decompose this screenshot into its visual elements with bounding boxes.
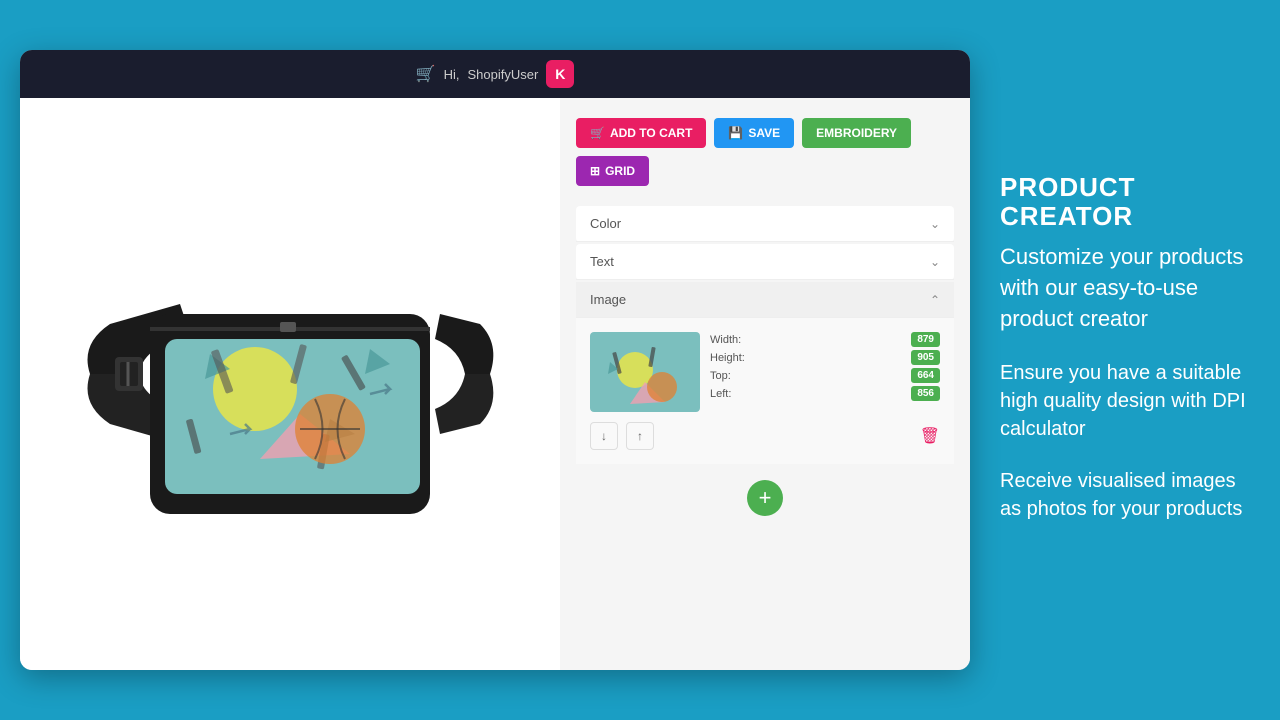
width-stat: Width: 879	[710, 332, 940, 347]
top-label: Top:	[710, 370, 731, 382]
grid-button[interactable]: ⊞ GRID	[576, 156, 649, 186]
product-preview	[20, 98, 560, 670]
cart-btn-label: ADD TO CART	[610, 126, 692, 140]
color-accordion: Color ⌄	[576, 206, 954, 242]
save-icon: 💾	[728, 126, 743, 140]
left-value: 856	[911, 386, 940, 401]
left-stat: Left: 856	[710, 386, 940, 401]
image-accordion-header[interactable]: Image ⌃	[576, 282, 954, 318]
add-btn-container: +	[576, 480, 954, 516]
width-label: Width:	[710, 334, 741, 346]
image-chevron-icon: ⌃	[930, 293, 940, 307]
color-label: Color	[590, 216, 621, 231]
grid-btn-label: GRID	[605, 164, 635, 178]
action-buttons: 🛒 ADD TO CART 💾 SAVE EMBROIDERY ⊞ GRID	[576, 118, 954, 186]
height-label: Height:	[710, 352, 745, 364]
save-button[interactable]: 💾 SAVE	[714, 118, 794, 148]
color-accordion-header[interactable]: Color ⌄	[576, 206, 954, 242]
save-btn-label: SAVE	[748, 126, 780, 140]
fanny-pack-container	[60, 194, 520, 574]
username-text: ShopifyUser	[468, 67, 539, 82]
height-stat: Height: 905	[710, 350, 940, 365]
top-stat: Top: 664	[710, 368, 940, 383]
left-label: Left:	[710, 388, 731, 400]
text-chevron-icon: ⌄	[930, 255, 940, 269]
browser-titlebar: 🛒 Hi, ShopifyUser K	[20, 50, 970, 98]
image-accordion-body: Width: 879 Height: 905 Top: 664	[576, 318, 954, 464]
browser-content: 🛒 ADD TO CART 💾 SAVE EMBROIDERY ⊞ GRID	[20, 98, 970, 670]
info-point-1: Ensure you have a suitable high quality …	[1000, 359, 1260, 443]
greeting-text: Hi,	[444, 67, 460, 82]
delete-image-button[interactable]: 🗑	[920, 426, 940, 446]
text-label: Text	[590, 254, 614, 269]
image-label: Image	[590, 292, 626, 307]
info-subtitle: Customize your products with our easy-to…	[1000, 242, 1260, 334]
add-image-button[interactable]: +	[747, 480, 783, 516]
fanny-pack-svg	[60, 194, 520, 574]
image-stats: Width: 879 Height: 905 Top: 664	[710, 332, 940, 404]
embroidery-button[interactable]: EMBROIDERY	[802, 118, 911, 148]
cart-icon: 🛒	[416, 64, 436, 84]
add-to-cart-button[interactable]: 🛒 ADD TO CART	[576, 118, 706, 148]
grid-icon: ⊞	[590, 164, 600, 178]
image-row: Width: 879 Height: 905 Top: 664	[590, 332, 940, 412]
titlebar-center: 🛒 Hi, ShopifyUser K	[416, 60, 575, 88]
image-accordion: Image ⌃	[576, 282, 954, 464]
image-thumbnail	[590, 332, 700, 412]
info-point-2: Receive visualised images as photos for …	[1000, 467, 1260, 523]
user-avatar: K	[546, 60, 574, 88]
info-title: PRODUCT CREATOR	[1000, 173, 1260, 230]
image-actions: ↓ ↑ 🗑	[590, 422, 940, 450]
text-accordion: Text ⌄	[576, 244, 954, 280]
right-panel[interactable]: 🛒 ADD TO CART 💾 SAVE EMBROIDERY ⊞ GRID	[560, 98, 970, 670]
embroidery-btn-label: EMBROIDERY	[816, 126, 897, 140]
browser-window: 🛒 Hi, ShopifyUser K	[20, 50, 970, 670]
color-chevron-icon: ⌄	[930, 217, 940, 231]
text-accordion-header[interactable]: Text ⌄	[576, 244, 954, 280]
move-down-button[interactable]: ↓	[590, 422, 618, 450]
top-value: 664	[911, 368, 940, 383]
info-panel: PRODUCT CREATOR Customize your products …	[1000, 163, 1260, 557]
move-up-button[interactable]: ↑	[626, 422, 654, 450]
width-value: 879	[911, 332, 940, 347]
cart-icon-btn: 🛒	[590, 126, 605, 140]
height-value: 905	[911, 350, 940, 365]
